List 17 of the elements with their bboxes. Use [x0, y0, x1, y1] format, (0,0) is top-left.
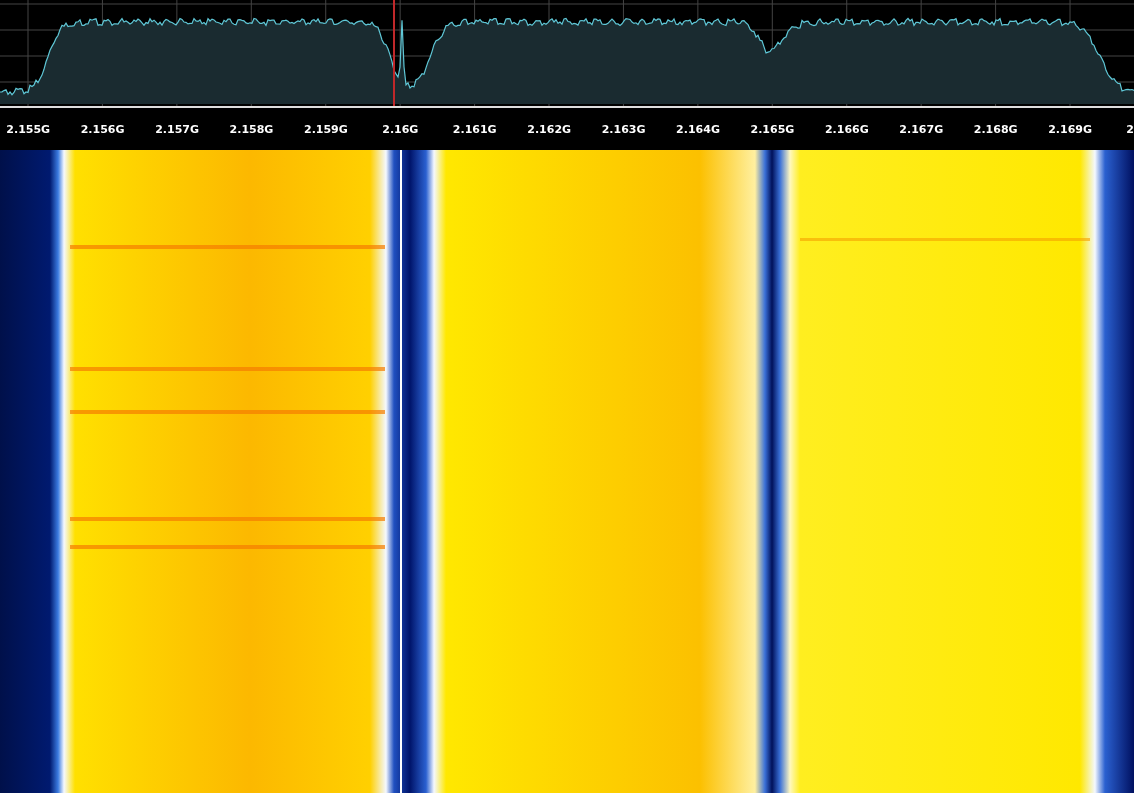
frequency-label: 2.157G [154, 122, 200, 136]
frequency-label: 2.159G [303, 122, 349, 136]
frequency-label: 2.166G [823, 122, 870, 136]
frequency-label: 2.162G [526, 122, 573, 136]
frequency-label: 2.169G [1047, 122, 1094, 136]
frequency-label: 2.156G [79, 122, 126, 136]
frequency-label: 2.163G [600, 122, 647, 136]
frequency-label: 2 [1125, 122, 1134, 136]
frequency-label: 2.158G [228, 122, 275, 136]
frequency-label: 2.155G [5, 122, 52, 136]
frequency-label: 2.164G [675, 122, 721, 136]
frequency-label: 2.167G [898, 122, 945, 136]
frequency-label: 2.168G [972, 122, 1019, 136]
frequency-label: 2.161G [451, 122, 498, 136]
marker-line[interactable] [393, 0, 395, 106]
frequency-label: 2.165G [749, 122, 796, 136]
frequency-label: 2.16G [381, 122, 420, 136]
